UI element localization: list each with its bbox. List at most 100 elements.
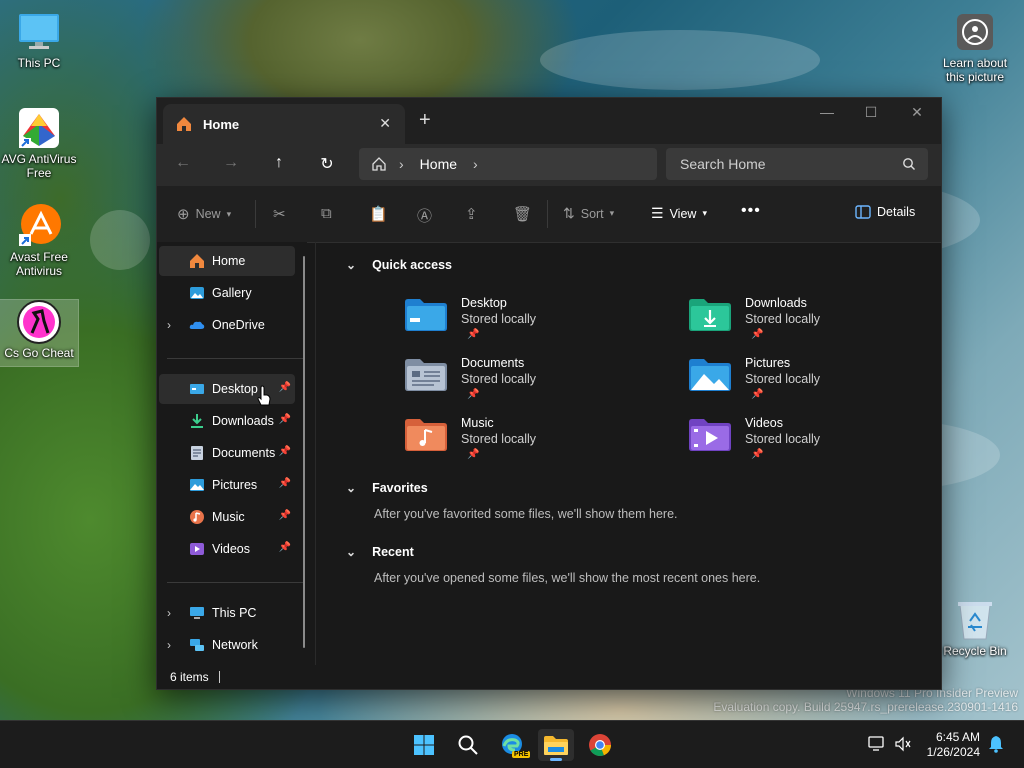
breadcrumb-home[interactable]: Home <box>420 156 457 172</box>
camera-info-icon <box>951 10 999 54</box>
tile-subtitle: Stored locally <box>461 432 537 446</box>
section-title: Favorites <box>372 481 428 495</box>
notification-bell-icon[interactable] <box>988 735 1004 758</box>
close-window-icon[interactable]: ✕ <box>905 104 929 121</box>
new-tab-icon[interactable]: + <box>419 110 431 130</box>
documents-folder-icon <box>405 359 447 391</box>
minimize-icon[interactable]: — <box>815 104 839 120</box>
sort-button[interactable]: ⇅ Sort ▾ <box>563 205 614 222</box>
pin-icon[interactable]: 📌 <box>279 446 291 457</box>
address-bar[interactable]: › Home › <box>359 148 657 180</box>
nav-item-pictures[interactable]: Pictures 📌 <box>159 470 295 500</box>
up-arrow-icon[interactable]: ↑ <box>267 154 291 176</box>
close-tab-icon[interactable]: ✕ <box>379 115 391 132</box>
forward-arrow-icon[interactable]: → <box>219 154 243 176</box>
rename-icon[interactable]: Ⓐ <box>417 205 432 226</box>
tile-name: Music <box>461 416 494 430</box>
desktop-icon-cs-go-cheat[interactable]: Cs Go Cheat <box>0 299 79 367</box>
section-recent[interactable]: ⌄ Recent <box>346 545 414 559</box>
desktop-icon-label: AVG AntiVirus Free <box>1 152 77 180</box>
refresh-icon[interactable]: ↻ <box>315 154 339 176</box>
desktop-icon-avast[interactable]: Avast Free Antivirus <box>0 204 78 278</box>
quick-access-pictures[interactable]: Pictures Stored locally 📌 <box>688 356 928 412</box>
section-favorites[interactable]: ⌄ Favorites <box>346 481 428 495</box>
quick-access-desktop[interactable]: Desktop Stored locally 📌 <box>404 296 644 352</box>
nav-item-this-pc[interactable]: This PC <box>159 598 295 628</box>
download-icon <box>191 414 203 428</box>
counter-strike-icon <box>15 300 63 344</box>
quick-access-downloads[interactable]: Downloads Stored locally 📌 <box>688 296 928 352</box>
clock-date: 1/26/2024 <box>926 745 980 759</box>
nav-item-onedrive[interactable]: OneDrive <box>159 310 295 340</box>
maximize-icon[interactable]: ☐ <box>859 104 883 121</box>
desktop-icon-label: Avast Free Antivirus <box>10 250 68 278</box>
desktop-icon-this-pc[interactable]: This PC <box>0 10 78 70</box>
nav-item-network[interactable]: Network <box>159 630 295 660</box>
new-button[interactable]: ⊕ New ▾ <box>177 205 231 223</box>
desktop-icon-learn-picture[interactable]: Learn about this picture <box>936 10 1014 84</box>
nav-label: Downloads <box>212 414 274 428</box>
nav-scrollbar[interactable] <box>303 256 305 648</box>
chevron-down-icon[interactable]: ⌄ <box>346 545 356 559</box>
nav-item-documents[interactable]: Documents 📌 <box>159 438 295 468</box>
desktop-folder-icon <box>190 384 204 394</box>
section-quick-access[interactable]: ⌄ Quick access <box>346 258 452 272</box>
pin-icon[interactable]: 📌 <box>279 542 291 553</box>
chrome-taskbar-button[interactable] <box>582 729 618 761</box>
cut-icon[interactable]: ✂ <box>273 205 286 223</box>
share-icon[interactable]: ⇪ <box>465 205 478 223</box>
view-list-icon: ☰ <box>651 205 664 221</box>
nav-item-videos[interactable]: Videos 📌 <box>159 534 295 564</box>
paste-icon[interactable]: 📋 <box>369 205 388 223</box>
delete-icon[interactable]: 🗑 <box>513 205 532 223</box>
view-button[interactable]: ☰ View ▾ <box>651 205 707 222</box>
desktop-folder-icon <box>405 299 447 331</box>
pin-icon[interactable]: 📌 <box>279 478 291 489</box>
tile-subtitle: Stored locally <box>461 372 537 386</box>
edge-preview-button[interactable]: PRE <box>494 729 531 761</box>
nav-item-downloads[interactable]: Downloads 📌 <box>159 406 295 436</box>
recycle-bin-icon <box>951 598 999 642</box>
more-options-icon[interactable]: ••• <box>741 202 761 220</box>
search-box[interactable]: Search Home <box>666 148 928 180</box>
nav-item-music[interactable]: Music 📌 <box>159 502 295 532</box>
pin-icon[interactable]: 📌 <box>279 510 291 521</box>
address-bar-row: ← → ↑ ↻ › Home › Search Home <box>157 144 941 186</box>
tab-home[interactable]: Home ✕ <box>163 104 405 144</box>
monitor-icon <box>15 10 63 54</box>
new-label: New <box>195 207 221 221</box>
title-bar[interactable]: Home ✕ + — ☐ ✕ <box>157 98 941 144</box>
details-button[interactable]: Details <box>855 205 915 219</box>
pin-icon[interactable]: 📌 <box>279 414 291 425</box>
nav-label: Network <box>212 638 258 652</box>
search-taskbar-button[interactable] <box>450 729 486 761</box>
back-arrow-icon[interactable]: ← <box>171 154 195 176</box>
nav-item-gallery[interactable]: Gallery <box>159 278 295 308</box>
start-button[interactable] <box>406 729 442 761</box>
quick-access-music[interactable]: Music Stored locally 📌 <box>404 416 644 472</box>
clock-time: 6:45 AM <box>935 730 980 744</box>
search-icon <box>903 158 915 170</box>
pin-icon[interactable]: 📌 <box>279 382 291 393</box>
volume-muted-icon[interactable] <box>894 736 912 757</box>
pictures-icon <box>190 479 204 491</box>
clock[interactable]: 6:45 AM 1/26/2024 <box>927 730 980 760</box>
hand-cursor-icon <box>257 385 271 406</box>
quick-access-documents[interactable]: Documents Stored locally 📌 <box>404 356 644 412</box>
pin-icon: 📌 <box>467 389 480 400</box>
nav-item-home[interactable]: Home <box>159 246 295 276</box>
avg-logo-icon <box>15 106 63 150</box>
quick-access-videos[interactable]: Videos Stored locally 📌 <box>688 416 928 472</box>
cloud-icon <box>189 321 205 329</box>
file-explorer-window[interactable]: Home ✕ + — ☐ ✕ ← → ↑ ↻ › Home › Search H… <box>156 97 942 690</box>
monitor-tray-icon[interactable] <box>868 736 886 757</box>
network-icon <box>190 639 204 651</box>
nav-item-desktop[interactable]: Desktop 📌 <box>159 374 295 404</box>
breadcrumb-chevron-icon[interactable]: › <box>473 156 478 172</box>
file-explorer-taskbar-button[interactable] <box>538 729 574 761</box>
copy-icon[interactable]: ⧉ <box>321 205 332 222</box>
chevron-down-icon[interactable]: ⌄ <box>346 258 356 272</box>
desktop-icon-avg[interactable]: AVG AntiVirus Free <box>0 106 78 180</box>
desktop-icon-recycle-bin[interactable]: Recycle Bin <box>936 598 1014 658</box>
chevron-down-icon[interactable]: ⌄ <box>346 481 356 495</box>
